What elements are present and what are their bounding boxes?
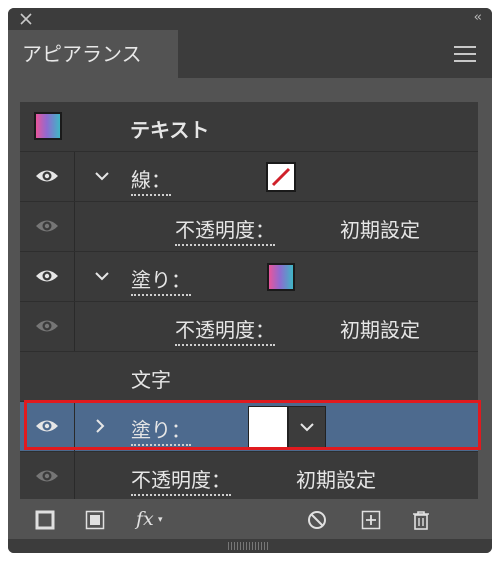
opacity-value: 初期設定 xyxy=(340,218,420,242)
eye-icon[interactable] xyxy=(35,317,59,335)
eye-icon[interactable] xyxy=(35,217,59,235)
appearance-panel: ‹‹ アピアランス テキスト 線： 不透明度： 初期設定 塗り： 不透明度： 初… xyxy=(8,8,492,553)
object-label: テキスト xyxy=(130,118,210,142)
close-icon[interactable] xyxy=(18,11,34,27)
fill-row[interactable]: 塗り： xyxy=(20,252,478,302)
stroke-label[interactable]: 線： xyxy=(131,164,171,196)
opacity-label[interactable]: 不透明度： xyxy=(175,214,275,246)
tab-appearance[interactable]: アピアランス xyxy=(8,30,178,78)
chevron-down-icon[interactable] xyxy=(92,266,112,286)
stroke-row[interactable]: 線： xyxy=(20,152,478,202)
add-new-stroke-icon[interactable] xyxy=(34,509,56,531)
effect-menu-arrow-icon: ▾ xyxy=(158,515,163,525)
fill-label[interactable]: 塗り： xyxy=(131,414,191,446)
fill-gradient-swatch[interactable] xyxy=(267,263,295,291)
clear-appearance-icon[interactable] xyxy=(306,509,328,531)
visibility-column xyxy=(20,252,75,301)
character-fill-row[interactable]: 塗り： xyxy=(20,402,478,452)
panel-toolbar: fx ▾ xyxy=(8,499,492,539)
swatch-dropdown-button[interactable] xyxy=(288,406,326,448)
none-swatch-icon xyxy=(271,167,291,187)
visibility-column xyxy=(20,152,75,201)
add-effect-icon[interactable]: fx xyxy=(136,508,154,530)
fill-white-swatch[interactable] xyxy=(248,406,288,448)
chevron-down-icon xyxy=(300,423,314,432)
opacity-label[interactable]: 不透明度： xyxy=(175,314,275,346)
stroke-opacity-row[interactable]: 不透明度： 初期設定 xyxy=(20,202,478,252)
appearance-list: テキスト 線： 不透明度： 初期設定 塗り： 不透明度： 初期設定 文字 塗り：… xyxy=(20,102,481,502)
character-opacity-row[interactable]: 不透明度： 初期設定 xyxy=(20,452,478,502)
visibility-column xyxy=(20,202,75,251)
delete-icon[interactable] xyxy=(410,509,432,531)
visibility-column xyxy=(20,452,75,501)
panel-menu-icon[interactable] xyxy=(454,46,476,62)
eye-icon[interactable] xyxy=(35,467,59,485)
eye-icon[interactable] xyxy=(35,167,59,185)
fill-opacity-row[interactable]: 不透明度： 初期設定 xyxy=(20,302,478,352)
grip-lines xyxy=(228,542,268,550)
opacity-value: 初期設定 xyxy=(340,318,420,342)
collapse-chevrons-icon[interactable]: ‹‹ xyxy=(474,10,483,25)
resize-grip[interactable] xyxy=(8,539,492,553)
object-row[interactable]: テキスト xyxy=(20,102,478,152)
duplicate-item-icon[interactable] xyxy=(360,509,382,531)
visibility-column xyxy=(20,302,75,351)
object-thumbnail xyxy=(34,112,62,140)
stroke-none-swatch[interactable] xyxy=(266,162,296,192)
tab-strip: アピアランス xyxy=(8,30,492,78)
opacity-label[interactable]: 不透明度： xyxy=(131,464,231,496)
panel-title-bar: ‹‹ xyxy=(8,8,492,30)
chevron-down-icon[interactable] xyxy=(92,166,112,186)
eye-icon[interactable] xyxy=(35,267,59,285)
visibility-column xyxy=(20,402,75,451)
fill-label[interactable]: 塗り： xyxy=(131,264,191,296)
characters-label: 文字 xyxy=(131,368,171,392)
opacity-value: 初期設定 xyxy=(296,468,376,492)
characters-row[interactable]: 文字 xyxy=(20,352,478,402)
eye-icon[interactable] xyxy=(35,417,59,435)
add-new-fill-icon[interactable] xyxy=(84,509,106,531)
chevron-right-icon[interactable] xyxy=(90,416,110,436)
